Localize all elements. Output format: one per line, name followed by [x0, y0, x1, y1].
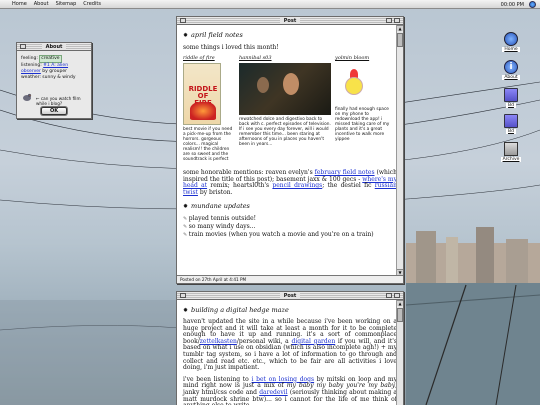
- close-box-icon[interactable]: [180, 293, 186, 298]
- archive-icon: [504, 142, 518, 156]
- rec-riddle-of-fire: riddle of fire RIDDLE OF FIRE best movie…: [183, 56, 235, 162]
- list-item: played tennis outside!: [183, 215, 397, 223]
- feeling-row: feeling: creative: [21, 55, 87, 63]
- collapse-box-icon[interactable]: [394, 18, 400, 23]
- list-item: train movies (when you watch a movie and…: [183, 231, 397, 239]
- rec-hannibal: hannibal s03 rewatched dolce and digesti…: [239, 56, 331, 162]
- list-item: so many windy days...: [183, 223, 397, 231]
- collapse-box-icon[interactable]: [394, 293, 400, 298]
- zoom-box-icon[interactable]: [386, 18, 392, 23]
- post1-heading-text: april field notes: [191, 31, 243, 39]
- post-window-april: Post ✸ april field notes some things i lo…: [176, 16, 404, 284]
- about-title: About: [41, 43, 67, 50]
- tv-still-image: [239, 63, 331, 115]
- post2-heading-text: building a digital hedge maze: [191, 306, 289, 314]
- post2-paragraph: haven't updated the site in a while beca…: [183, 318, 397, 372]
- rec-title[interactable]: riddle of fire: [183, 56, 235, 61]
- city-scenery: [406, 227, 540, 405]
- character-shape: [345, 77, 363, 95]
- about-titlebar[interactable]: About: [17, 43, 91, 51]
- menu-item-home[interactable]: Home: [12, 1, 27, 7]
- desktop-icon-label: Bd: [506, 129, 516, 134]
- post1-title: Post: [279, 17, 301, 24]
- bullet-icon: ✸: [183, 32, 189, 39]
- rec-yolmin-bloom: yolmin bloom finally had enough space on…: [335, 56, 393, 162]
- post2-heading: ✸ building a digital hedge maze: [183, 306, 397, 314]
- zoom-box-icon[interactable]: [386, 293, 392, 298]
- movie-poster-image: RIDDLE OF FIRE: [183, 63, 221, 125]
- post2-title: Post: [279, 292, 301, 299]
- scroll-up-arrow-icon[interactable]: ▲: [397, 25, 403, 31]
- folder-icon: [504, 114, 518, 128]
- listening-artist: by grouper: [42, 69, 67, 74]
- scroll-up-arrow-icon[interactable]: ▲: [397, 300, 403, 306]
- desktop-icon-label: Home: [502, 47, 520, 52]
- rec-title[interactable]: yolmin bloom: [335, 56, 393, 61]
- recommendations: riddle of fire RIDDLE OF FIRE best movie…: [183, 56, 397, 162]
- plant-character-image: [341, 65, 369, 103]
- face-shape: [257, 77, 269, 93]
- feeling-label: feeling:: [21, 56, 38, 61]
- fire-graphic: [190, 102, 216, 120]
- desktop-icon-bd-2[interactable]: Bd: [497, 114, 525, 134]
- updates-list: played tennis outside! so many windy day…: [183, 215, 397, 239]
- desktop-icon-archive[interactable]: Archive: [497, 142, 525, 162]
- mundane-heading: ✸ mundane updates: [183, 202, 397, 210]
- about-body: feeling: creative listening: #1 A: alien…: [17, 51, 91, 85]
- scrollbar[interactable]: ▲ ▼: [396, 25, 403, 275]
- link-pencil-drawings[interactable]: pencil drawings: [272, 182, 322, 189]
- finder-icon[interactable]: [529, 1, 536, 8]
- scroll-thumb[interactable]: [397, 308, 403, 322]
- menu-item-credits[interactable]: Credits: [83, 1, 101, 7]
- rec-text: rewatched dolce and digestivo back to ba…: [239, 117, 331, 147]
- rec-text: best movie if you need a pick-me-up from…: [183, 127, 233, 162]
- bullet-icon: ✸: [183, 307, 189, 314]
- mundane-heading-text: mundane updates: [191, 202, 250, 211]
- post-window-hedge-maze: Post ✸ building a digital hedge maze have…: [176, 291, 404, 405]
- post2-titlebar[interactable]: Post: [177, 292, 403, 300]
- info-icon: i: [504, 60, 518, 74]
- honorable-mentions: some honorable mentions: reaven evelyn's…: [183, 169, 397, 196]
- text-span: ; the destiel fic: [322, 182, 372, 190]
- close-box-icon[interactable]: [180, 18, 186, 23]
- desktop-icon-label: Bd: [506, 103, 516, 108]
- feeling-badge: creative: [39, 55, 62, 63]
- post1-titlebar[interactable]: Post: [177, 17, 403, 25]
- close-box-icon[interactable]: [20, 44, 26, 49]
- text-span: by briston.: [199, 188, 233, 196]
- post1-lead: some things i loved this month!: [183, 44, 279, 51]
- scroll-thumb[interactable]: [397, 33, 403, 47]
- desktop-icon-bd-1[interactable]: Bd: [497, 88, 525, 108]
- desktop-icon-home[interactable]: Home: [497, 32, 525, 52]
- post1-content: ✸ april field notes some things i loved t…: [177, 25, 403, 275]
- rec-title[interactable]: hannibal s03: [239, 56, 331, 61]
- post1-heading: ✸ april field notes: [183, 31, 397, 39]
- ok-button[interactable]: OK: [41, 107, 67, 115]
- about-question: ← can you watch film while i blog?: [36, 96, 81, 106]
- pigeon-icon: [23, 93, 32, 101]
- folder-icon: [504, 88, 518, 102]
- about-window: About feeling: creative listening: #1 A:…: [16, 42, 92, 119]
- desktop-icon-about[interactable]: i About: [497, 60, 525, 80]
- listening-row: listening: #1 A: alien observer by group…: [21, 63, 87, 75]
- desktop-icon-label: About: [502, 75, 520, 80]
- scrollbar[interactable]: ▲: [396, 300, 403, 405]
- menubar-clock: 00:00 PM: [500, 2, 524, 8]
- menu-item-about[interactable]: About: [34, 1, 49, 7]
- bullet-icon: ✸: [183, 203, 189, 211]
- face-shape: [283, 73, 299, 95]
- post2-paragraph: i've been listening to i bet on losing d…: [183, 376, 397, 405]
- listening-label: listening:: [21, 63, 42, 68]
- rec-text: finally had enough space on my phone to …: [335, 107, 390, 142]
- weather-text: weather: sunny & windy: [21, 75, 76, 80]
- globe-icon: [504, 32, 518, 46]
- menu-item-sitemap[interactable]: Sitemap: [56, 1, 77, 7]
- post2-content: ✸ building a digital hedge maze haven't u…: [177, 300, 403, 405]
- post-timestamp: Posted on 27th April at 4:41 PM: [177, 275, 403, 283]
- menu-bar: Home About Sitemap Credits 00:00 PM: [0, 0, 540, 9]
- desktop-icon-label: Archive: [500, 157, 522, 162]
